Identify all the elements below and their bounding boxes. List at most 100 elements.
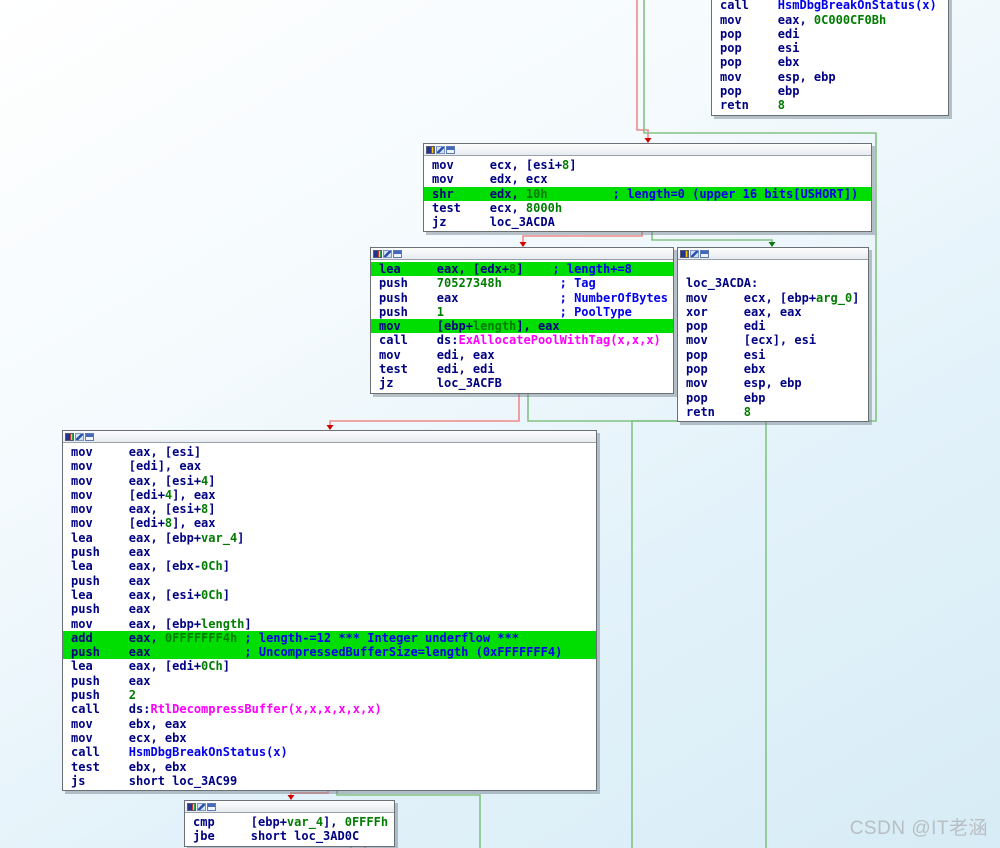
basic-block-cmp-ffff[interactable]: cmp [ebp+var_4], 0FFFFhjbe short loc_3AD… [184,800,395,847]
node-titlebar[interactable] [63,431,596,443]
asm-line[interactable]: call ds:ExAllocatePoolWithTag(x,x,x) [371,333,673,347]
asm-line[interactable]: push eax [63,602,596,616]
basic-block-length-shift-test[interactable]: mov ecx, [esi+8]mov edx, ecxshr edx, 10h… [423,143,872,232]
asm-line[interactable]: mov eax, 0C000CF0Bh [712,13,948,27]
asm-line[interactable]: loc_3ACDA: [678,276,868,290]
basic-block-rtldecompressbuffer[interactable]: mov eax, [esi]mov [edi], eaxmov eax, [es… [62,430,597,791]
asm-line[interactable]: call ds:RtlDecompressBuffer(x,x,x,x,x,x) [63,702,596,716]
asm-line[interactable]: mov [ecx], esi [678,333,868,347]
node-collapse-icon[interactable] [700,250,709,258]
node-palette-icon[interactable] [187,803,196,811]
asm-line[interactable]: pop edi [712,27,948,41]
asm-text-segment: mov eax, [esi+ [71,502,201,516]
asm-line[interactable]: mov edx, ecx [424,172,871,186]
node-titlebar[interactable] [371,248,673,260]
asm-line[interactable]: pop ebp [678,391,868,405]
asm-line-highlighted[interactable]: shr edx, 10h ; length=0 (upper 16 bits[U… [424,187,871,201]
node-collapse-icon[interactable] [207,803,216,811]
asm-line[interactable]: mov ebx, eax [63,717,596,731]
node-palette-icon[interactable] [426,146,435,154]
asm-line[interactable]: mov eax, [esi+8] [63,502,596,516]
asm-text-segment: 1 [437,305,444,319]
asm-line[interactable]: mov eax, [esi] [63,445,596,459]
asm-line-highlighted[interactable]: lea eax, [edx+8] ; length+=8 [371,262,673,276]
node-pencil-icon[interactable] [197,803,206,811]
asm-text-segment: call ds: [379,333,458,347]
asm-line[interactable]: lea eax, [esi+0Ch] [63,588,596,602]
asm-line-highlighted[interactable]: add eax, 0FFFFFFF4h ; length-=12 *** Int… [63,631,596,645]
asm-line[interactable]: push eax [63,545,596,559]
asm-line[interactable] [678,262,868,276]
asm-line[interactable]: pop edi [678,319,868,333]
asm-line[interactable]: lea eax, [edi+0Ch] [63,659,596,673]
asm-line-highlighted[interactable]: mov [ebp+length], eax [371,319,673,333]
asm-line[interactable]: jz loc_3ACDA [424,215,871,229]
asm-line[interactable]: lea eax, [ebx-0Ch] [63,559,596,573]
node-collapse-icon[interactable] [85,433,94,441]
basic-block-loc-3ACDA[interactable]: loc_3ACDA:mov ecx, [ebp+arg_0]xor eax, e… [677,247,869,422]
asm-text-segment: pop esi [720,41,799,55]
asm-line[interactable]: js short loc_3AC99 [63,774,596,788]
asm-line[interactable]: pop ebx [712,55,948,69]
watermark-csdn: CSDN @IT老涵 [850,813,988,840]
node-palette-icon[interactable] [373,250,382,258]
asm-line[interactable]: retn 8 [712,98,948,112]
asm-text-segment: 0Ch [201,659,223,673]
asm-line[interactable]: push 2 [63,688,596,702]
asm-text-segment: ] [208,502,215,516]
node-pencil-icon[interactable] [690,250,699,258]
node-pencil-icon[interactable] [383,250,392,258]
asm-line[interactable]: mov esp, ebp [678,376,868,390]
node-collapse-icon[interactable] [393,250,402,258]
asm-text-segment: mov ebx, eax [71,717,187,731]
asm-line[interactable]: mov ecx, [esi+8] [424,158,871,172]
asm-line[interactable]: mov esp, ebp [712,70,948,84]
asm-line[interactable]: call HsmDbgBreakOnStatus(x) [712,0,948,13]
asm-line[interactable]: push eax [63,574,596,588]
asm-line[interactable]: mov ecx, ebx [63,731,596,745]
asm-text-segment: mov [edi+ [71,516,165,530]
asm-text-segment: HsmDbgBreakOnStatus(x) [778,0,937,12]
node-titlebar[interactable] [185,801,394,813]
asm-text-segment: ] [223,588,230,602]
asm-line[interactable]: mov [edi], eax [63,459,596,473]
asm-line[interactable]: jz loc_3ACFB [371,376,673,390]
asm-line[interactable]: retn 8 [678,405,868,419]
asm-line[interactable]: pop esi [712,41,948,55]
asm-line[interactable]: pop ebx [678,362,868,376]
asm-line[interactable]: mov [edi+8], eax [63,516,596,530]
basic-block-exallocatepool[interactable]: lea eax, [edx+8] ; length+=8push 7052734… [370,247,674,394]
asm-line[interactable]: xor eax, eax [678,305,868,319]
ida-graph-canvas[interactable]: mov ecx, 0C000CF0Bhcall HsmDbgBreakOnSta… [0,0,1000,848]
asm-line[interactable]: cmp [ebp+var_4], 0FFFFh [185,815,394,829]
node-pencil-icon[interactable] [436,146,445,154]
asm-line[interactable]: push eax [63,674,596,688]
node-collapse-icon[interactable] [446,146,455,154]
asm-line[interactable]: mov edi, eax [371,348,673,362]
basic-block-break-on-status-retn[interactable]: mov ecx, 0C000CF0Bhcall HsmDbgBreakOnSta… [711,0,949,116]
asm-line[interactable]: mov [edi+4], eax [63,488,596,502]
asm-line[interactable]: mov eax, [ebp+length] [63,617,596,631]
asm-line[interactable]: pop esi [678,348,868,362]
asm-text-segment: pop ebp [686,391,765,405]
asm-line[interactable]: jbe short loc_3AD0C [185,829,394,843]
asm-line[interactable]: test edi, edi [371,362,673,376]
asm-line[interactable]: push 1 ; PoolType [371,305,673,319]
asm-line[interactable]: mov eax, [esi+4] [63,474,596,488]
flow-edge-red [330,392,519,425]
node-titlebar[interactable] [678,248,868,260]
node-pencil-icon[interactable] [75,433,84,441]
node-titlebar[interactable] [424,144,871,156]
node-palette-icon[interactable] [65,433,74,441]
asm-text-segment [502,276,560,290]
asm-line[interactable]: test ebx, ebx [63,760,596,774]
asm-line[interactable]: call HsmDbgBreakOnStatus(x) [63,745,596,759]
asm-line[interactable]: push eax ; NumberOfBytes [371,291,673,305]
asm-line-highlighted[interactable]: push eax ; UncompressedBufferSize=length… [63,645,596,659]
node-palette-icon[interactable] [680,250,689,258]
asm-line[interactable]: push 70527348h ; Tag [371,276,673,290]
asm-line[interactable]: test ecx, 8000h [424,201,871,215]
asm-line[interactable]: mov ecx, [ebp+arg_0] [678,291,868,305]
asm-line[interactable]: lea eax, [ebp+var_4] [63,531,596,545]
asm-line[interactable]: pop ebp [712,84,948,98]
